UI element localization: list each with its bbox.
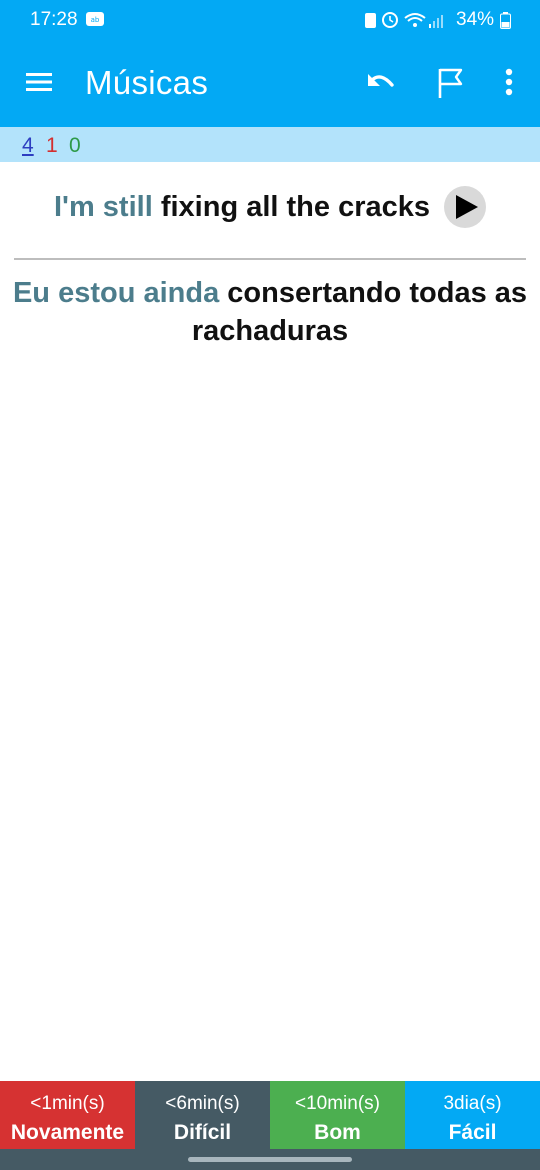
hard-button[interactable]: <6min(s) Difícil bbox=[135, 1081, 270, 1149]
hard-label: Difícil bbox=[173, 1121, 232, 1144]
svg-text:ab: ab bbox=[91, 16, 100, 24]
question-known-words: I'm still bbox=[54, 190, 153, 223]
easy-button[interactable]: 3dia(s) Fácil bbox=[405, 1081, 540, 1149]
hamburger-menu-icon[interactable] bbox=[24, 70, 54, 94]
undo-icon[interactable] bbox=[363, 66, 399, 102]
flag-icon[interactable] bbox=[435, 66, 467, 100]
easy-interval: 3dia(s) bbox=[443, 1093, 502, 1114]
app-bar: Músicas bbox=[0, 40, 540, 127]
system-navigation-bar bbox=[0, 1149, 540, 1170]
status-icons bbox=[365, 12, 443, 28]
question-text: I'm still fixing all the cracks bbox=[54, 191, 430, 224]
new-count: 4 bbox=[22, 134, 34, 157]
answer-rest-words: consertando todas as rachaduras bbox=[191, 277, 528, 347]
again-label: Novamente bbox=[10, 1121, 125, 1144]
good-interval: <10min(s) bbox=[295, 1093, 380, 1114]
hard-interval: <6min(s) bbox=[165, 1093, 240, 1114]
good-button[interactable]: <10min(s) Bom bbox=[270, 1081, 405, 1149]
answer-known-words: Eu estou ainda bbox=[12, 277, 220, 309]
card-question: I'm still fixing all the cracks bbox=[0, 186, 540, 234]
battery-level: 34% bbox=[456, 9, 495, 30]
question-answer-divider bbox=[14, 258, 526, 260]
answer-buttons: <1min(s) Novamente <6min(s) Difícil <10m… bbox=[0, 1081, 540, 1149]
card-counts-bar: 4 1 0 bbox=[0, 127, 540, 162]
card-answer: Eu estou ainda consertando todas as rach… bbox=[0, 274, 540, 350]
more-vertical-icon[interactable] bbox=[499, 66, 519, 100]
again-interval: <1min(s) bbox=[30, 1093, 105, 1114]
gesture-handle[interactable] bbox=[188, 1157, 352, 1162]
question-rest-words: fixing all the cracks bbox=[160, 190, 430, 223]
notification-app-icon: ab bbox=[86, 12, 104, 26]
page-title: Músicas bbox=[85, 64, 209, 101]
battery-icon bbox=[500, 12, 511, 29]
review-count: 0 bbox=[69, 134, 81, 157]
status-bar: 17:28 ab 34% bbox=[0, 0, 540, 40]
again-button[interactable]: <1min(s) Novamente bbox=[0, 1081, 135, 1149]
easy-label: Fácil bbox=[448, 1121, 497, 1144]
good-label: Bom bbox=[314, 1121, 361, 1144]
play-audio-button[interactable] bbox=[444, 186, 486, 228]
learning-count: 1 bbox=[46, 134, 58, 157]
play-icon bbox=[456, 195, 478, 219]
status-time: 17:28 bbox=[30, 9, 78, 30]
